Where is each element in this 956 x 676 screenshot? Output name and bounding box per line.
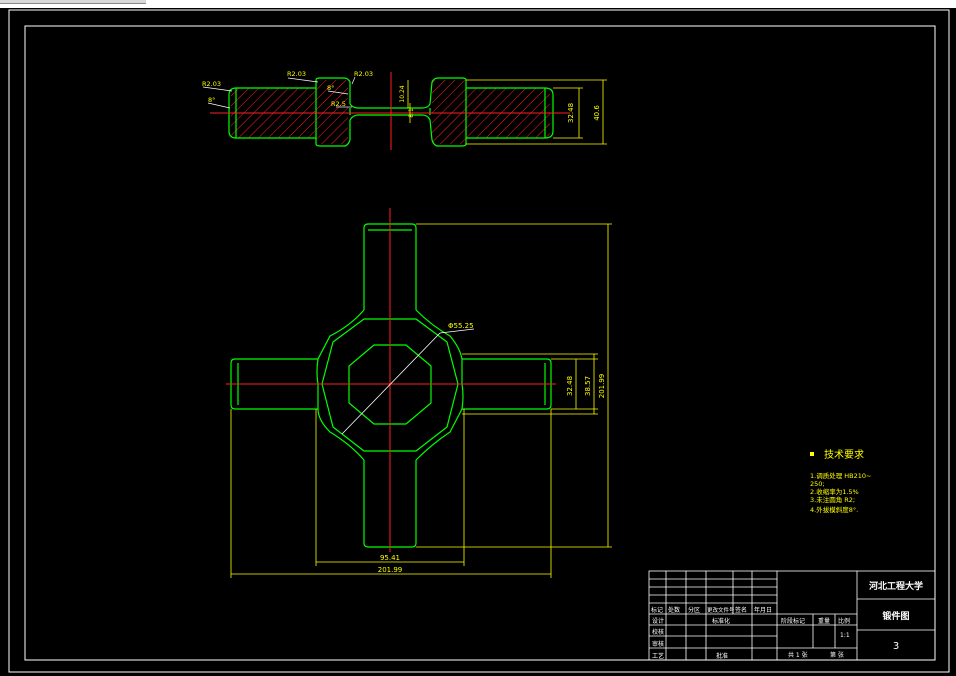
label-angle-left: 8° <box>208 96 215 104</box>
tech-requirements: 技术要求 1.调质处理 HB210~ 250; 2.收缩率为1.5% 3.未注圆… <box>810 448 871 514</box>
tb-standard-label: 标准化 <box>712 617 730 625</box>
tb-extra-label: 校核 <box>652 628 664 636</box>
tb-header-cell: 签名 <box>735 606 747 614</box>
tech-title: 技术要求 <box>824 448 864 461</box>
tb-row-label: 审核 <box>652 640 664 648</box>
dim-inner-b: 8.1 <box>408 108 415 118</box>
label-r-small: R2.5 <box>331 100 346 108</box>
tech-item: 3.未注圆角 R2; <box>810 495 855 504</box>
tech-item: 1.调质处理 HB210~ <box>810 471 871 480</box>
dim-v2: 38.57 <box>584 376 592 396</box>
label-r-mid-left: R2.03 <box>287 70 306 78</box>
plan-view: Φ55.25 32.48 38.57 201.99 95.41 201.99 <box>226 208 612 578</box>
dim-h2: 201.99 <box>378 566 403 574</box>
dim-h1: 95.41 <box>380 554 400 562</box>
tech-bullet <box>810 452 814 456</box>
label-r-mid-right: R2.03 <box>354 70 373 78</box>
leader-line <box>287 77 319 83</box>
section-view: 32.48 40.6 10.24 8.1 R2.03 8° R2.03 R2.0… <box>202 70 607 150</box>
tb-stage-col: 阶段标记 <box>781 617 805 625</box>
dim-v1: 32.48 <box>566 376 574 396</box>
tb-sheet-count: 共 1 张 <box>788 651 808 659</box>
dim-height-b: 40.6 <box>593 105 601 121</box>
tb-header-cell: 年月日 <box>754 606 772 614</box>
tb-header-cell: 处数 <box>668 606 680 614</box>
dim-inner-a: 10.24 <box>399 85 406 102</box>
dim-height-a: 32.48 <box>567 103 575 123</box>
tb-header-cell: 更改文件号 <box>707 606 735 614</box>
cad-drawing-canvas: 32.48 40.6 10.24 8.1 R2.03 8° R2.03 R2.0… <box>8 9 950 673</box>
label-angle-mid: 8° <box>327 84 334 92</box>
tech-item: 250; <box>810 480 825 488</box>
tb-sheet-label: 第 张 <box>830 651 844 659</box>
tb-header-cell: 分区 <box>688 606 700 614</box>
dim-v3: 201.99 <box>598 374 606 399</box>
tech-item: 2.收缩率为1.5% <box>810 487 859 496</box>
tb-row-label: 设计 <box>652 617 664 625</box>
tb-header-cell: 标记 <box>651 606 663 614</box>
tb-stage-col: 重量 <box>818 617 830 625</box>
label-r-left: R2.03 <box>202 80 221 88</box>
tb-drawing-name: 锻件图 <box>882 610 909 622</box>
tb-sheet-no: 3 <box>893 641 899 652</box>
tb-scale: 1:1 <box>840 632 850 639</box>
tb-school: 河北工程大学 <box>869 580 923 592</box>
leader-line <box>351 76 356 85</box>
tb-stage-col: 比例 <box>838 617 850 625</box>
section-hatch-boss-right <box>432 80 466 144</box>
label-diameter: Φ55.25 <box>448 322 474 330</box>
tb-approve-label: 批准 <box>716 652 728 660</box>
tech-item: 4.外拔模斜度8°. <box>810 505 858 514</box>
tb-row-label: 工艺 <box>652 652 664 660</box>
